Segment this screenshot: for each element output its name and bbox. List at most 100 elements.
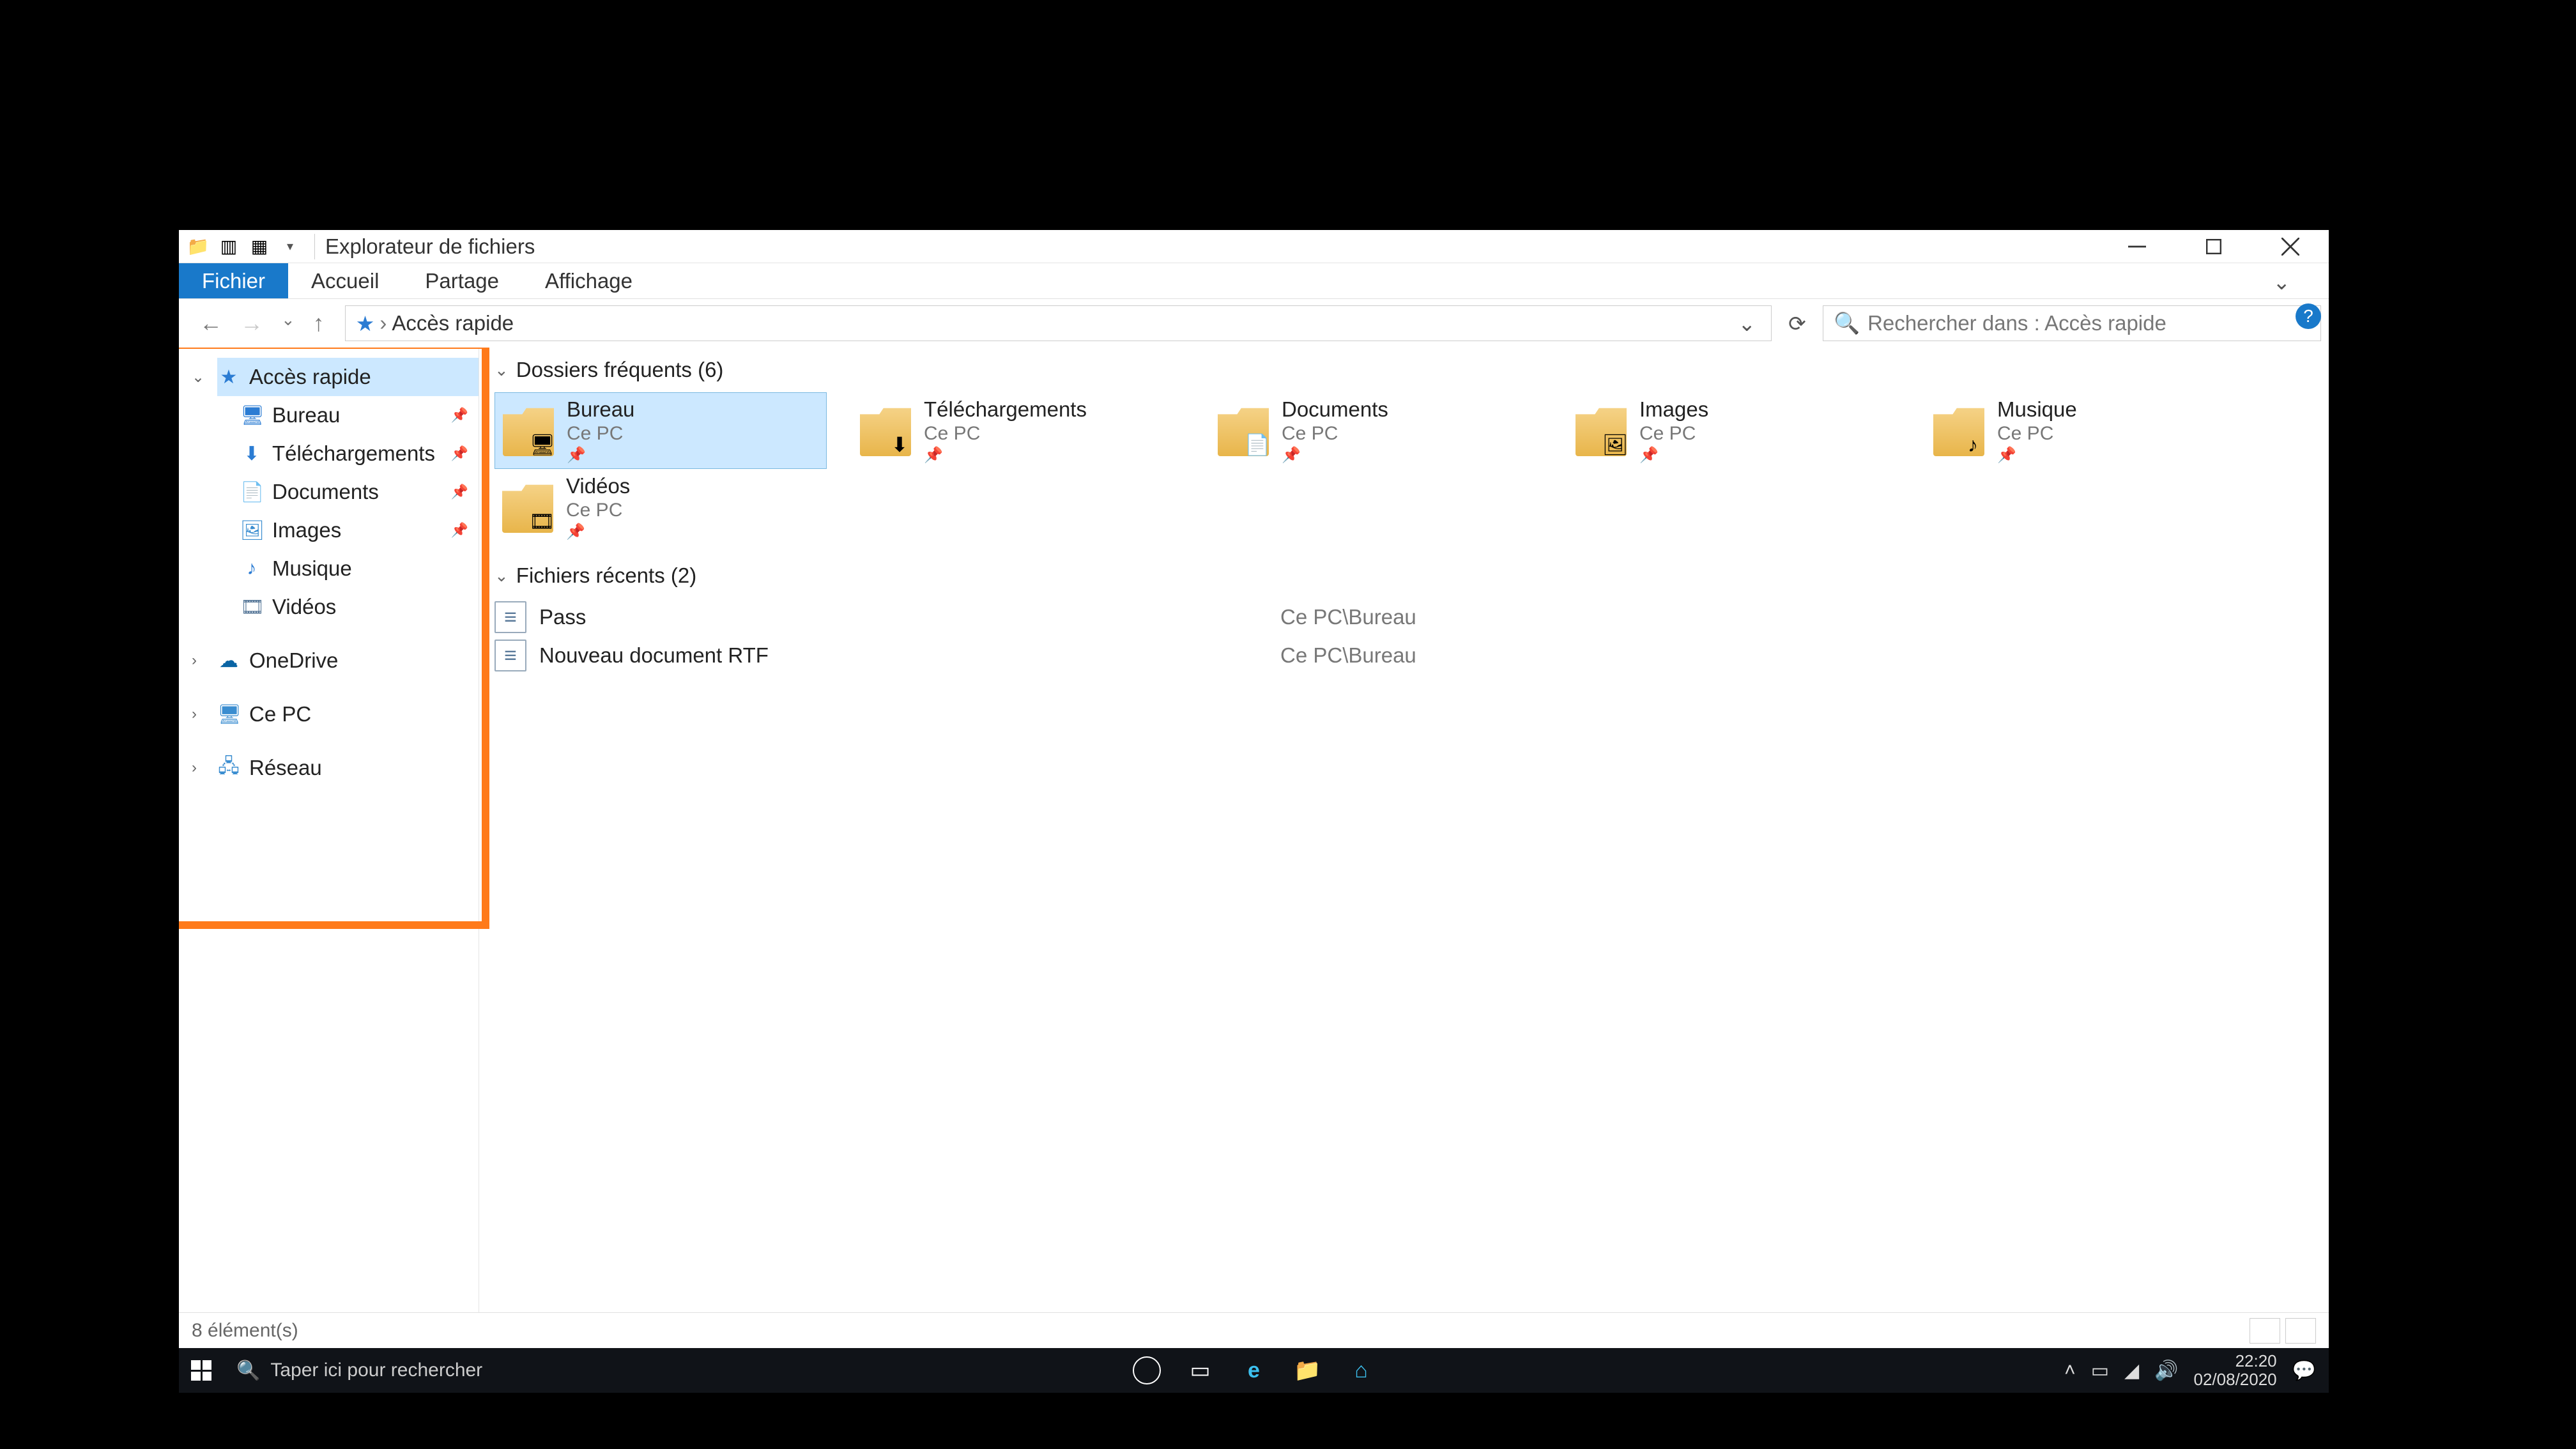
recent-file-row[interactable]: ≡PassCe PC\Bureau — [494, 598, 2313, 636]
start-button[interactable] — [179, 1360, 224, 1381]
cortana-icon[interactable] — [1133, 1356, 1161, 1384]
nav-buttons: ← → ⌄ ↑ — [187, 310, 337, 337]
main-area: ⌄ ★ Accès rapide 🖥Bureau📌⬇Téléchargement… — [179, 348, 2329, 1312]
window-title: Explorateur de fichiers — [320, 234, 535, 259]
dl-icon: ⬇ — [885, 431, 914, 459]
folder-tile-documents[interactable]: 📄DocumentsCe PC📌 — [1210, 392, 1542, 469]
folder-tile-téléchargements[interactable]: ⬇TéléchargementsCe PC📌 — [852, 392, 1184, 469]
sidebar-item-téléchargements[interactable]: ⬇Téléchargements📌 — [240, 434, 479, 473]
nav-label: Téléchargements — [272, 441, 442, 466]
folder-name: Documents — [1282, 397, 1388, 422]
recent-files-header[interactable]: ⌄ Fichiers récents (2) — [494, 558, 2313, 598]
sidebar-item-vidéos[interactable]: 🎞Vidéos — [240, 588, 479, 626]
qat-properties-icon[interactable]: ▥ — [217, 235, 240, 258]
ribbon-collapse-icon[interactable]: ⌄ — [2273, 270, 2290, 295]
ribbon-tabs: Fichier Accueil Partage Affichage ⌄ ? — [179, 263, 2329, 299]
tab-share[interactable]: Partage — [402, 263, 522, 298]
nav-label: Bureau — [272, 403, 442, 427]
volume-icon[interactable]: 🔊 — [2154, 1360, 2178, 1382]
folder-tile-musique[interactable]: ♪MusiqueCe PC📌 — [1926, 392, 2258, 469]
address-dropdown-icon[interactable]: ⌄ — [1733, 311, 1761, 336]
frequent-folders-header[interactable]: ⌄ Dossiers fréquents (6) — [494, 353, 2313, 392]
title-divider — [314, 234, 315, 259]
details-view-button[interactable] — [2250, 1318, 2280, 1344]
file-path: Ce PC\Bureau — [1280, 605, 1416, 629]
taskbar-clock[interactable]: 22:20 02/08/2020 — [2194, 1352, 2277, 1388]
wifi-icon[interactable]: ◢ — [2124, 1360, 2139, 1382]
qat-newfolder-icon[interactable]: ▦ — [248, 235, 271, 258]
folder-icon: ⬇ — [860, 405, 911, 456]
search-placeholder: Rechercher dans : Accès rapide — [1867, 311, 2166, 335]
tab-file[interactable]: Fichier — [179, 263, 288, 298]
nav-label: Réseau — [249, 756, 468, 780]
sidebar-item-musique[interactable]: ♪Musique — [240, 549, 479, 588]
nav-network[interactable]: › 🖧 Réseau — [217, 749, 479, 787]
folder-location: Ce PC — [1282, 423, 1388, 445]
task-view-icon[interactable]: ▭ — [1186, 1356, 1215, 1384]
file-icon: ≡ — [494, 640, 526, 671]
nav-quick-access[interactable]: ⌄ ★ Accès rapide — [217, 358, 479, 396]
tab-view[interactable]: Affichage — [522, 263, 656, 298]
folder-meta: MusiqueCe PC📌 — [1997, 397, 2077, 464]
edge-icon[interactable]: e — [1240, 1356, 1268, 1384]
folder-tile-images[interactable]: 🖼ImagesCe PC📌 — [1568, 392, 1900, 469]
folder-name: Vidéos — [566, 474, 630, 498]
qat-dropdown-icon[interactable]: ▾ — [279, 235, 302, 258]
pin-icon: 📌 — [451, 407, 468, 424]
action-center-icon[interactable]: 💬 — [2292, 1360, 2316, 1382]
nav-label: Musique — [272, 556, 468, 581]
tray-chevron-icon[interactable]: ˄ — [2064, 1360, 2076, 1381]
folder-location: Ce PC — [566, 500, 630, 521]
taskbar-search[interactable]: 🔍 Taper ici pour rechercher — [224, 1360, 671, 1382]
address-bar[interactable]: ★ › Accès rapide ⌄ — [345, 305, 1772, 341]
desktop-screen: 📁 ▥ ▦ ▾ Explorateur de fichiers Fichier … — [179, 230, 2329, 1393]
navigation-pane: ⌄ ★ Accès rapide 🖥Bureau📌⬇Téléchargement… — [179, 348, 479, 1312]
network-icon: 🖧 — [217, 752, 240, 785]
close-button[interactable] — [2252, 230, 2329, 263]
search-icon: 🔍 — [1834, 311, 1860, 336]
content-area: ⌄ Dossiers fréquents (6) 🖥BureauCe PC📌 ⬇ T… — [479, 348, 2329, 1312]
help-button[interactable]: ? — [2296, 303, 2321, 329]
forward-button[interactable]: → — [240, 310, 263, 337]
maximize-button[interactable] — [2175, 230, 2252, 263]
chevron-down-icon[interactable]: ⌄ — [192, 368, 204, 387]
pin-icon: 📌 — [566, 523, 630, 541]
folder-name: Musique — [1997, 397, 2077, 422]
recent-locations-icon[interactable]: ⌄ — [281, 310, 295, 337]
clock-time: 22:20 — [2194, 1352, 2277, 1370]
store-icon[interactable]: ⌂ — [1347, 1356, 1376, 1384]
up-button[interactable]: ↑ — [313, 310, 325, 337]
folder-name: Téléchargements — [924, 397, 1087, 422]
back-button[interactable]: ← — [199, 310, 222, 337]
minimize-button[interactable] — [2099, 230, 2175, 263]
sidebar-item-documents[interactable]: 📄Documents📌 — [240, 473, 479, 511]
tab-home[interactable]: Accueil — [288, 263, 402, 298]
refresh-button[interactable]: ⟳ — [1779, 305, 1815, 341]
window-controls — [2099, 230, 2329, 263]
chevron-right-icon[interactable]: › — [192, 759, 197, 777]
battery-icon[interactable]: ▭ — [2091, 1360, 2109, 1382]
view-buttons — [2250, 1318, 2316, 1344]
icons-view-button[interactable] — [2285, 1318, 2316, 1344]
folder-location: Ce PC — [567, 423, 634, 445]
chevron-right-icon[interactable]: › — [192, 705, 197, 723]
chevron-right-icon[interactable]: › — [192, 652, 197, 670]
folder-name: Bureau — [567, 397, 634, 422]
pin-icon: 📌 — [451, 522, 468, 539]
doc-icon: 📄 — [1243, 431, 1271, 459]
search-box[interactable]: 🔍 Rechercher dans : Accès rapide — [1823, 305, 2321, 341]
sidebar-item-bureau[interactable]: 🖥Bureau📌 — [240, 396, 479, 434]
img-icon: 🖼 — [1601, 431, 1629, 459]
pin-icon: 📌 — [451, 484, 468, 500]
title-bar: 📁 ▥ ▦ ▾ Explorateur de fichiers — [179, 230, 2329, 263]
file-name: Pass — [539, 605, 1280, 629]
folder-tile-vidéos[interactable]: 🎞VidéosCe PC📌 — [494, 469, 827, 546]
folder-name: Images — [1639, 397, 1708, 422]
vid-icon: 🎞 — [240, 596, 263, 618]
explorer-icon[interactable]: 📁 — [1294, 1356, 1322, 1384]
sidebar-item-images[interactable]: 🖼Images📌 — [240, 511, 479, 549]
nav-this-pc[interactable]: › 🖥 Ce PC — [217, 695, 479, 733]
recent-file-row[interactable]: ≡Nouveau document RTFCe PC\Bureau — [494, 636, 2313, 675]
nav-onedrive[interactable]: › ☁ OneDrive — [217, 641, 479, 680]
folder-tile-bureau[interactable]: 🖥BureauCe PC📌 — [494, 392, 827, 469]
